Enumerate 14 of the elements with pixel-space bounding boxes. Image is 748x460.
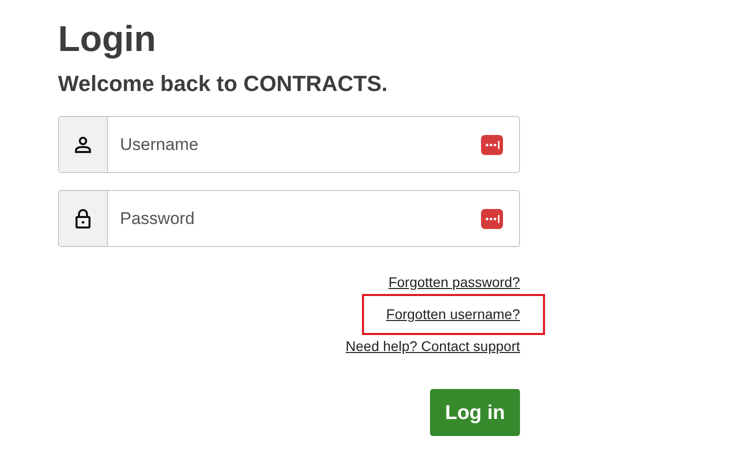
text-input[interactable]: Password (120, 191, 481, 246)
input-field[interactable]: Password (58, 190, 520, 247)
help-link[interactable]: Forgotten username? (386, 306, 520, 322)
person-icon (74, 136, 92, 154)
text-input[interactable]: Username (120, 117, 481, 172)
page-title: Login (58, 18, 157, 60)
password-manager-icon[interactable] (481, 208, 503, 228)
input-field[interactable]: Username (58, 116, 520, 173)
password-manager-icon[interactable] (481, 134, 503, 154)
login-button[interactable]: Log in (430, 389, 520, 436)
help-link[interactable]: Need help? Contact support (346, 338, 520, 354)
help-link[interactable]: Forgotten password? (388, 274, 520, 290)
welcome-subtitle: Welcome back to CONTRACTS. (58, 70, 389, 98)
lock-icon (75, 208, 91, 228)
